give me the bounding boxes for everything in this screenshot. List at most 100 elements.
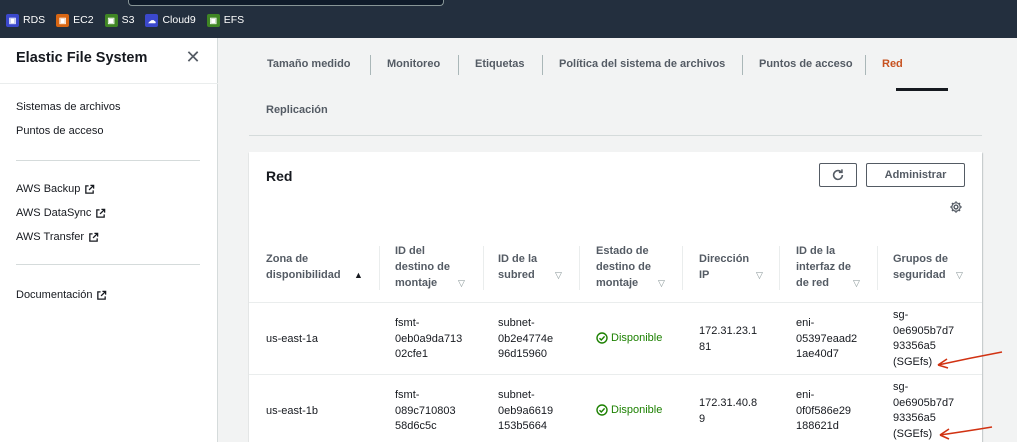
column-header-ip-address[interactable]: Dirección IP: [699, 232, 759, 302]
sidebar-item-label: AWS Transfer: [16, 231, 85, 243]
external-link-icon: [97, 290, 107, 300]
column-header-network-interface-id[interactable]: ID de la interfaz de de red: [796, 232, 866, 302]
favorite-ec2[interactable]: ▣ EC2: [56, 13, 94, 27]
s3-icon: ▣: [104, 13, 118, 27]
cell-line: 0eb9a6619: [498, 404, 554, 417]
column-separator: [877, 246, 878, 290]
external-link-icon: [96, 208, 106, 218]
header-line: Grupos de: [893, 253, 949, 265]
column-header-security-groups[interactable]: Grupos de seguridad: [893, 232, 963, 302]
manage-button[interactable]: Administrar: [866, 163, 965, 187]
cell-line: eni-: [796, 317, 815, 329]
tab-label: Puntos de acceso: [759, 58, 853, 70]
refresh-icon: [832, 169, 844, 181]
favorite-rds[interactable]: ▣ RDS: [6, 13, 45, 27]
header-line: destino de: [395, 261, 451, 273]
tab-network[interactable]: Red: [866, 46, 919, 82]
close-icon[interactable]: ✕: [184, 48, 202, 66]
cell-mount-target-id: fsmt- 0eb0a9da713 02cfe1: [395, 316, 462, 363]
header-line: Estado de: [596, 245, 649, 257]
sidebar: Elastic File System ✕ Sistemas de archiv…: [0, 38, 218, 442]
sidebar-item-label: AWS Backup: [16, 183, 81, 195]
gear-icon[interactable]: [949, 200, 963, 214]
sidebar-item-documentation[interactable]: Documentación: [16, 289, 107, 301]
favorite-efs[interactable]: ▣ EFS: [206, 13, 245, 27]
tab-label: Monitoreo: [387, 58, 441, 70]
tab-access-points[interactable]: Puntos de acceso: [743, 46, 869, 82]
sort-icon[interactable]: ▽: [956, 270, 963, 281]
favorite-s3[interactable]: ▣ S3: [104, 13, 134, 27]
column-separator: [379, 246, 380, 290]
sidebar-item-aws-transfer[interactable]: AWS Transfer: [16, 231, 99, 243]
refresh-button[interactable]: [819, 163, 857, 187]
panel-title: Red: [266, 168, 293, 184]
cell-ip-address: 172.31.40.8 9: [699, 396, 757, 427]
sort-icon[interactable]: ▽: [658, 278, 665, 289]
annotation-arrow: [937, 351, 1003, 369]
header-line: ID del: [395, 245, 425, 257]
cell-mount-target-id: fsmt- 089c710803 58d6c5c: [395, 388, 456, 435]
cell-line: subnet-: [498, 389, 535, 401]
table-header-divider: [249, 302, 982, 303]
tab-metered-size[interactable]: Tamaño medido: [251, 46, 367, 82]
cell-line: 1ae40d7: [796, 348, 839, 360]
sort-ascending-icon[interactable]: ▲: [354, 270, 363, 280]
tab-label: Tamaño medido: [267, 58, 351, 70]
cloud9-icon: ☁: [145, 13, 159, 27]
status-text: Disponible: [611, 404, 663, 416]
header-line: montaje: [395, 277, 438, 289]
cell-line: sg-: [893, 309, 909, 321]
favorite-label: EFS: [223, 14, 245, 26]
tab-monitoring[interactable]: Monitoreo: [371, 46, 456, 82]
cell-network-interface-id: eni- 0f0f586e29 188621d: [796, 388, 851, 435]
cell-line: 0e6905b7d7: [893, 396, 955, 409]
sort-icon[interactable]: ▽: [458, 278, 465, 289]
divider: [0, 83, 218, 84]
cell-line: 05397eaad2: [796, 332, 858, 345]
column-header-subnet-id[interactable]: ID de la subred: [498, 232, 568, 302]
sidebar-item-access-points[interactable]: Puntos de acceso: [16, 125, 103, 137]
main-content: Tamaño medido Monitoreo Etiquetas Políti…: [219, 38, 1017, 442]
tab-tags[interactable]: Etiquetas: [459, 46, 541, 82]
column-header-mount-target-state[interactable]: Estado de destino de montaje: [596, 232, 666, 302]
tab-replication[interactable]: Replicación: [250, 92, 344, 128]
status-badge: Disponible: [596, 404, 662, 416]
sidebar-item-aws-backup[interactable]: AWS Backup: [16, 183, 95, 195]
check-circle-icon: [596, 332, 608, 344]
status-badge: Disponible: [596, 332, 662, 344]
cell-subnet-id: subnet- 0b2e4774e 96d15960: [498, 316, 553, 363]
column-header-mount-target-id[interactable]: ID del destino de montaje: [395, 232, 475, 302]
cell-network-interface-id: eni- 05397eaad2 1ae40d7: [796, 316, 857, 363]
cell-line: 81: [699, 340, 712, 353]
search-bar[interactable]: [128, 0, 444, 6]
active-tab-indicator: [896, 88, 948, 91]
header-line: seguridad: [893, 269, 946, 281]
header-line: subred: [498, 269, 535, 281]
top-navigation-bar: ▣ RDS ▣ EC2 ▣ S3 ☁ Cloud9 ▣ EFS: [0, 0, 1017, 38]
cell-line: 0f0f586e29: [796, 404, 852, 417]
cell-line: 188621d: [796, 420, 839, 432]
cell-line: eni-: [796, 389, 815, 401]
sort-icon[interactable]: ▽: [555, 270, 562, 281]
cell-line: subnet-: [498, 317, 535, 329]
sidebar-title: Elastic File System: [16, 50, 148, 66]
favorite-cloud9[interactable]: ☁ Cloud9: [145, 13, 196, 27]
cell-line: 02cfe1: [395, 348, 429, 360]
cell-subnet-id: subnet- 0eb9a6619 153b5664: [498, 388, 553, 435]
ec2-icon: ▣: [56, 13, 70, 27]
external-link-icon: [85, 184, 95, 194]
sidebar-item-aws-datasync[interactable]: AWS DataSync: [16, 207, 106, 219]
rds-icon: ▣: [6, 13, 19, 27]
favorites-bar: ▣ RDS ▣ EC2 ▣ S3 ☁ Cloud9 ▣ EFS: [6, 12, 255, 28]
cell-zone: us-east-1b: [266, 405, 318, 417]
sort-icon[interactable]: ▽: [853, 278, 860, 289]
column-header-availability-zone[interactable]: Zona de disponibilidad: [266, 232, 366, 302]
sidebar-item-file-systems[interactable]: Sistemas de archivos: [16, 101, 121, 113]
sidebar-item-label: Puntos de acceso: [16, 125, 104, 137]
favorite-label: EC2: [73, 14, 94, 26]
column-separator: [779, 246, 780, 290]
tab-bar: Tamaño medido Monitoreo Etiquetas Políti…: [249, 46, 982, 136]
row-divider: [249, 374, 982, 375]
tab-file-system-policy[interactable]: Política del sistema de archivos: [543, 46, 741, 82]
sort-icon[interactable]: ▽: [756, 270, 763, 281]
